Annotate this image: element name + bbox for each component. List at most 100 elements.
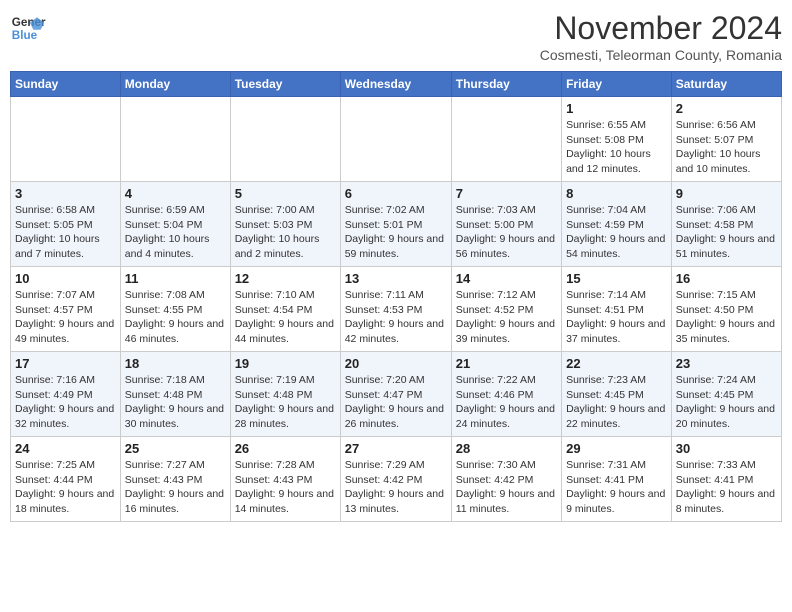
calendar-header-row: SundayMondayTuesdayWednesdayThursdayFrid… xyxy=(11,72,782,97)
day-info: Sunrise: 7:04 AM Sunset: 4:59 PM Dayligh… xyxy=(566,203,667,262)
day-number: 29 xyxy=(566,441,667,456)
day-number: 8 xyxy=(566,186,667,201)
day-info: Sunrise: 7:16 AM Sunset: 4:49 PM Dayligh… xyxy=(15,373,116,432)
day-number: 23 xyxy=(676,356,777,371)
day-info: Sunrise: 7:27 AM Sunset: 4:43 PM Dayligh… xyxy=(125,458,226,517)
calendar-cell xyxy=(340,97,451,182)
day-number: 16 xyxy=(676,271,777,286)
day-info: Sunrise: 7:24 AM Sunset: 4:45 PM Dayligh… xyxy=(676,373,777,432)
calendar-week-row: 3 Sunrise: 6:58 AM Sunset: 5:05 PM Daylig… xyxy=(11,182,782,267)
day-number: 18 xyxy=(125,356,226,371)
logo: General Blue xyxy=(10,10,46,46)
calendar-week-row: 10 Sunrise: 7:07 AM Sunset: 4:57 PM Dayli… xyxy=(11,267,782,352)
calendar-cell: 11 Sunrise: 7:08 AM Sunset: 4:55 PM Dayli… xyxy=(120,267,230,352)
day-number: 6 xyxy=(345,186,447,201)
calendar-cell: 10 Sunrise: 7:07 AM Sunset: 4:57 PM Dayli… xyxy=(11,267,121,352)
logo-icon: General Blue xyxy=(10,10,46,46)
calendar-cell: 24 Sunrise: 7:25 AM Sunset: 4:44 PM Dayli… xyxy=(11,437,121,522)
day-info: Sunrise: 7:18 AM Sunset: 4:48 PM Dayligh… xyxy=(125,373,226,432)
day-info: Sunrise: 7:03 AM Sunset: 5:00 PM Dayligh… xyxy=(456,203,557,262)
day-info: Sunrise: 7:22 AM Sunset: 4:46 PM Dayligh… xyxy=(456,373,557,432)
day-info: Sunrise: 7:28 AM Sunset: 4:43 PM Dayligh… xyxy=(235,458,336,517)
title-area: November 2024 Cosmesti, Teleorman County… xyxy=(540,10,782,63)
calendar-cell: 26 Sunrise: 7:28 AM Sunset: 4:43 PM Dayli… xyxy=(230,437,340,522)
calendar-cell: 19 Sunrise: 7:19 AM Sunset: 4:48 PM Dayli… xyxy=(230,352,340,437)
svg-text:Blue: Blue xyxy=(12,29,38,42)
weekday-header-saturday: Saturday xyxy=(671,72,781,97)
day-number: 27 xyxy=(345,441,447,456)
calendar-cell: 1 Sunrise: 6:55 AM Sunset: 5:08 PM Daylig… xyxy=(562,97,672,182)
day-info: Sunrise: 6:58 AM Sunset: 5:05 PM Dayligh… xyxy=(15,203,116,262)
day-number: 15 xyxy=(566,271,667,286)
day-info: Sunrise: 7:31 AM Sunset: 4:41 PM Dayligh… xyxy=(566,458,667,517)
day-number: 22 xyxy=(566,356,667,371)
day-info: Sunrise: 7:06 AM Sunset: 4:58 PM Dayligh… xyxy=(676,203,777,262)
day-info: Sunrise: 7:12 AM Sunset: 4:52 PM Dayligh… xyxy=(456,288,557,347)
day-info: Sunrise: 6:56 AM Sunset: 5:07 PM Dayligh… xyxy=(676,118,777,177)
day-number: 7 xyxy=(456,186,557,201)
calendar-cell: 29 Sunrise: 7:31 AM Sunset: 4:41 PM Dayli… xyxy=(562,437,672,522)
calendar-cell: 6 Sunrise: 7:02 AM Sunset: 5:01 PM Daylig… xyxy=(340,182,451,267)
day-info: Sunrise: 7:30 AM Sunset: 4:42 PM Dayligh… xyxy=(456,458,557,517)
day-info: Sunrise: 7:23 AM Sunset: 4:45 PM Dayligh… xyxy=(566,373,667,432)
weekday-header-monday: Monday xyxy=(120,72,230,97)
day-number: 26 xyxy=(235,441,336,456)
day-number: 28 xyxy=(456,441,557,456)
calendar-table: SundayMondayTuesdayWednesdayThursdayFrid… xyxy=(10,71,782,522)
day-info: Sunrise: 7:25 AM Sunset: 4:44 PM Dayligh… xyxy=(15,458,116,517)
calendar-cell: 21Sunrise: 7:22 AM Sunset: 4:46 PM Dayli… xyxy=(451,352,561,437)
day-info: Sunrise: 7:15 AM Sunset: 4:50 PM Dayligh… xyxy=(676,288,777,347)
day-info: Sunrise: 7:20 AM Sunset: 4:47 PM Dayligh… xyxy=(345,373,447,432)
location-subtitle: Cosmesti, Teleorman County, Romania xyxy=(540,47,782,63)
day-info: Sunrise: 7:02 AM Sunset: 5:01 PM Dayligh… xyxy=(345,203,447,262)
calendar-cell: 20 Sunrise: 7:20 AM Sunset: 4:47 PM Dayli… xyxy=(340,352,451,437)
calendar-cell: 2 Sunrise: 6:56 AM Sunset: 5:07 PM Daylig… xyxy=(671,97,781,182)
calendar-cell: 23 Sunrise: 7:24 AM Sunset: 4:45 PM Dayli… xyxy=(671,352,781,437)
day-info: Sunrise: 7:33 AM Sunset: 4:41 PM Dayligh… xyxy=(676,458,777,517)
month-title: November 2024 xyxy=(540,10,782,47)
day-info: Sunrise: 7:07 AM Sunset: 4:57 PM Dayligh… xyxy=(15,288,116,347)
page-header: General Blue November 2024 Cosmesti, Tel… xyxy=(10,10,782,63)
day-info: Sunrise: 7:00 AM Sunset: 5:03 PM Dayligh… xyxy=(235,203,336,262)
calendar-cell: 7 Sunrise: 7:03 AM Sunset: 5:00 PM Daylig… xyxy=(451,182,561,267)
calendar-cell: 15 Sunrise: 7:14 AM Sunset: 4:51 PM Dayli… xyxy=(562,267,672,352)
day-number: 30 xyxy=(676,441,777,456)
day-info: Sunrise: 7:14 AM Sunset: 4:51 PM Dayligh… xyxy=(566,288,667,347)
calendar-cell: 17 Sunrise: 7:16 AM Sunset: 4:49 PM Dayli… xyxy=(11,352,121,437)
calendar-cell: 18 Sunrise: 7:18 AM Sunset: 4:48 PM Dayli… xyxy=(120,352,230,437)
day-info: Sunrise: 7:29 AM Sunset: 4:42 PM Dayligh… xyxy=(345,458,447,517)
day-number: 3 xyxy=(15,186,116,201)
day-number: 11 xyxy=(125,271,226,286)
day-info: Sunrise: 7:10 AM Sunset: 4:54 PM Dayligh… xyxy=(235,288,336,347)
day-number: 9 xyxy=(676,186,777,201)
calendar-cell xyxy=(451,97,561,182)
day-info: Sunrise: 7:08 AM Sunset: 4:55 PM Dayligh… xyxy=(125,288,226,347)
day-number: 25 xyxy=(125,441,226,456)
calendar-cell xyxy=(11,97,121,182)
day-number: 14 xyxy=(456,271,557,286)
day-number: 10 xyxy=(15,271,116,286)
day-number: 19 xyxy=(235,356,336,371)
day-number: 17 xyxy=(15,356,116,371)
day-info: Sunrise: 6:55 AM Sunset: 5:08 PM Dayligh… xyxy=(566,118,667,177)
calendar-cell: 9 Sunrise: 7:06 AM Sunset: 4:58 PM Daylig… xyxy=(671,182,781,267)
calendar-cell: 13Sunrise: 7:11 AM Sunset: 4:53 PM Dayli… xyxy=(340,267,451,352)
day-number: 12 xyxy=(235,271,336,286)
day-info: Sunrise: 6:59 AM Sunset: 5:04 PM Dayligh… xyxy=(125,203,226,262)
calendar-week-row: 24 Sunrise: 7:25 AM Sunset: 4:44 PM Dayli… xyxy=(11,437,782,522)
day-number: 24 xyxy=(15,441,116,456)
calendar-cell: 12 Sunrise: 7:10 AM Sunset: 4:54 PM Dayli… xyxy=(230,267,340,352)
day-number: 20 xyxy=(345,356,447,371)
weekday-header-thursday: Thursday xyxy=(451,72,561,97)
calendar-week-row: 1 Sunrise: 6:55 AM Sunset: 5:08 PM Daylig… xyxy=(11,97,782,182)
calendar-cell: 16 Sunrise: 7:15 AM Sunset: 4:50 PM Dayli… xyxy=(671,267,781,352)
day-number: 1 xyxy=(566,101,667,116)
day-number: 4 xyxy=(125,186,226,201)
weekday-header-wednesday: Wednesday xyxy=(340,72,451,97)
calendar-cell xyxy=(120,97,230,182)
calendar-cell xyxy=(230,97,340,182)
day-info: Sunrise: 7:19 AM Sunset: 4:48 PM Dayligh… xyxy=(235,373,336,432)
weekday-header-sunday: Sunday xyxy=(11,72,121,97)
day-number: 2 xyxy=(676,101,777,116)
calendar-cell: 5Sunrise: 7:00 AM Sunset: 5:03 PM Daylig… xyxy=(230,182,340,267)
